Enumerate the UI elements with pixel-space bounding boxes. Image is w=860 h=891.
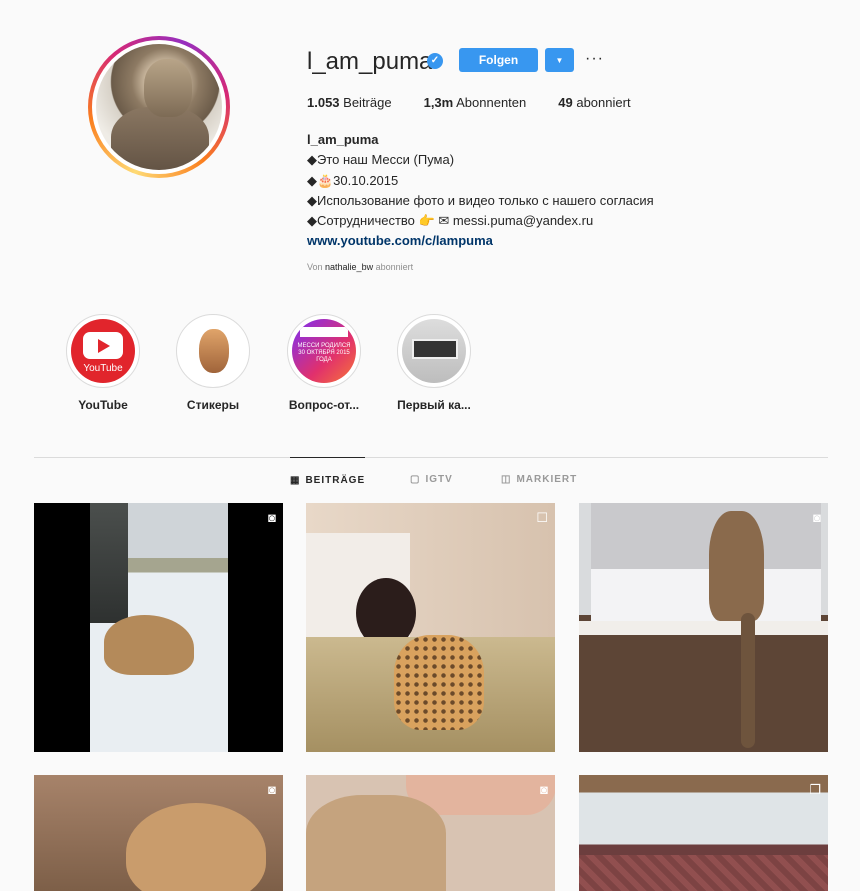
post-thumbnail[interactable]: ☐ (306, 503, 555, 752)
stat-posts: 1.053 Beiträge (307, 95, 392, 110)
highlight-questions[interactable]: МЕССИ РОДИЛСЯ 30 ОКТЯБРЯ 2015 ГОДА Вопро… (287, 314, 361, 412)
grid-icon: ▦ (290, 475, 301, 486)
stat-posts-label: Beiträge (339, 95, 392, 110)
video-icon: ◙ (268, 510, 276, 525)
highlight-label: YouTube (78, 398, 128, 412)
profile-avatar-ring[interactable] (88, 36, 230, 178)
puma-tail-image (741, 613, 755, 748)
more-options-icon[interactable]: ··· (585, 50, 604, 68)
stat-following[interactable]: 49 abonniert (558, 95, 630, 110)
profile-bio: l_am_puma ◆Это наш Месси (Пума) ◆🎂30.10.… (307, 130, 727, 252)
bio-line: ◆🎂30.10.2015 (307, 172, 399, 188)
profile-username: l_am_puma (307, 48, 433, 75)
profile-stats: 1.053 Beiträge 1,3m Abonnenten 49 abonni… (307, 95, 631, 110)
stat-followers-label: Abonnenten (453, 95, 527, 110)
bio-line: ◆Это наш Месси (Пума) (307, 152, 455, 168)
highlight-stickers[interactable]: Стикеры (176, 314, 250, 412)
play-icon (83, 332, 123, 359)
igtv-icon: ▢ (410, 474, 421, 485)
post-thumbnail[interactable]: ◙ (306, 775, 555, 891)
tab-tagged[interactable]: ◫ MARKIERT (501, 457, 577, 505)
video-icon: ◙ (813, 510, 821, 525)
stat-following-count: 49 (558, 95, 573, 110)
followed-by-suffix: abonniert (373, 262, 414, 272)
question-story-image: МЕССИ РОДИЛСЯ 30 ОКТЯБРЯ 2015 ГОДА (292, 319, 356, 383)
post-thumbnail[interactable]: ◙ (34, 775, 283, 891)
bio-website-link[interactable]: www.youtube.com/c/lampuma (307, 233, 493, 248)
bio-name: l_am_puma (307, 132, 379, 147)
tab-label: IGTV (425, 474, 453, 485)
avatar-frame (92, 40, 226, 174)
highlight-youtube[interactable]: YouTube YouTube (66, 314, 140, 412)
video-icon: ◙ (268, 782, 276, 797)
puma-sticker-image (181, 319, 245, 383)
puma-back-image (709, 511, 764, 621)
first-channel-image (402, 319, 466, 383)
stat-followers[interactable]: 1,3m Abonnenten (424, 95, 527, 110)
bio-line: ◆Использование фото и видео только с наш… (307, 192, 654, 208)
highlight-label: Стикеры (186, 398, 240, 412)
highlight-ring (397, 314, 471, 388)
question-card (300, 327, 348, 337)
suggestions-dropdown-button[interactable]: ▼ (545, 48, 574, 72)
highlight-ring: МЕССИ РОДИЛСЯ 30 ОКТЯБРЯ 2015 ГОДА (287, 314, 361, 388)
stat-posts-count: 1.053 (307, 95, 340, 110)
youtube-icon: YouTube (71, 319, 135, 383)
cheetah-image (394, 635, 484, 730)
puma-lying-image (306, 795, 446, 891)
followed-by-text: Von nathalie_bw abonniert (307, 262, 413, 272)
puma-face-image (126, 803, 266, 891)
tab-label: MARKIERT (516, 474, 578, 485)
window-image (591, 503, 821, 623)
blanket-image (579, 855, 828, 891)
highlight-first-channel[interactable]: Первый ка... (397, 314, 471, 412)
highlight-label: Первый ка... (397, 398, 471, 412)
highlight-cover-text: МЕССИ РОДИЛСЯ 30 ОКТЯБРЯ 2015 ГОДА (297, 343, 351, 363)
highlight-ring (176, 314, 250, 388)
stat-followers-count: 1,3m (423, 95, 454, 110)
carousel-icon: ❐ (809, 782, 821, 797)
person-coat-image (90, 503, 128, 623)
avatar[interactable] (96, 44, 222, 170)
channel-sign-image (412, 339, 458, 359)
tab-label: BEITRÄGE (305, 475, 366, 486)
highlight-label: Вопрос-от... (288, 398, 360, 412)
photo-icon: ☐ (536, 510, 548, 525)
verified-badge-icon: ✓ (427, 53, 443, 69)
window-sill-image (579, 621, 828, 635)
post-thumbnail[interactable]: ❐ (579, 775, 828, 891)
bio-line: ◆Сотрудничество 👉 ✉ messi.puma@yandex.ru (307, 213, 594, 229)
highlight-ring: YouTube (66, 314, 140, 388)
avatar-puma-face (143, 59, 192, 118)
followed-by-user[interactable]: nathalie_bw (325, 262, 373, 272)
highlight-cover-text: YouTube (83, 363, 123, 374)
tab-posts[interactable]: ▦ BEITRÄGE (290, 457, 366, 505)
followed-by-prefix: Von (307, 262, 326, 272)
follow-button[interactable]: Folgen (459, 48, 538, 72)
stat-following-label: abonniert (572, 95, 631, 110)
video-icon: ◙ (540, 782, 548, 797)
post-thumbnail[interactable]: ◙ (34, 503, 283, 752)
post-thumbnail[interactable]: ◙ (579, 503, 828, 752)
tagged-icon: ◫ (501, 474, 512, 485)
tab-igtv[interactable]: ▢ IGTV (410, 457, 453, 505)
